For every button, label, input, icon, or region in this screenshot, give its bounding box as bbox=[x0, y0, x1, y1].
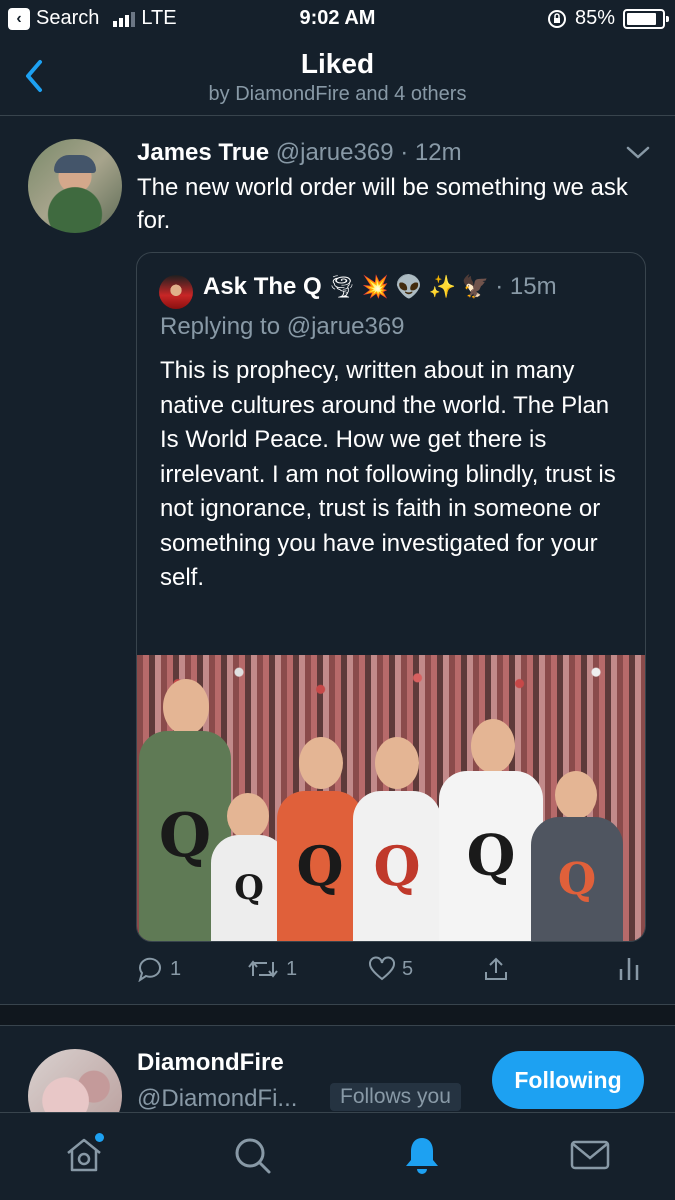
battery-fill bbox=[627, 12, 656, 25]
follows-you-badge: Follows you bbox=[330, 1083, 461, 1111]
reply-button[interactable]: 1 bbox=[136, 956, 181, 982]
page-subtitle[interactable]: by DiamondFire and 4 others bbox=[0, 83, 675, 106]
quoted-tweet[interactable]: Ask The Q 🌪 💥 👽 ✨ 🦅 · 15m Replying to @j… bbox=[136, 252, 646, 942]
share-button[interactable] bbox=[482, 956, 510, 982]
alien-emoji-icon: 👽 bbox=[395, 274, 423, 299]
photo-person: Q bbox=[439, 679, 543, 941]
eagle-emoji-icon: 🦅 bbox=[461, 274, 490, 299]
messages-envelope-icon[interactable] bbox=[568, 1133, 612, 1177]
analytics-icon bbox=[619, 958, 639, 980]
tweet-photo[interactable]: Q Q Q Q Q Q bbox=[137, 655, 645, 941]
tweet-header: James True @jarue369 · 12m bbox=[137, 139, 462, 167]
sparkles-emoji-icon: ✨ bbox=[428, 274, 456, 299]
liking-user-card[interactable]: DiamondFire @DiamondFi... Follows you Fo… bbox=[0, 1027, 675, 1112]
status-bar: ‹ Search LTE 9:02 AM 85% bbox=[0, 0, 675, 40]
photo-person: Q bbox=[353, 731, 441, 941]
home-notification-dot bbox=[95, 1133, 104, 1142]
quoted-author-name: Ask The Q bbox=[203, 273, 322, 300]
like-count: 5 bbox=[402, 957, 414, 980]
user-handle[interactable]: @DiamondFi... bbox=[137, 1085, 297, 1112]
heart-icon bbox=[369, 956, 395, 981]
following-button[interactable]: Following bbox=[492, 1051, 644, 1109]
reply-count: 1 bbox=[170, 957, 182, 980]
reply-icon bbox=[138, 957, 161, 982]
tweet-time: · 12m bbox=[400, 139, 462, 166]
replying-to: Replying to @jarue369 bbox=[160, 313, 405, 340]
analytics-button[interactable] bbox=[618, 956, 640, 982]
nav-header: Liked by DiamondFire and 4 others bbox=[0, 40, 675, 116]
quoted-time: · 15m bbox=[495, 273, 557, 300]
retweet-count: 1 bbox=[286, 957, 298, 980]
search-icon[interactable] bbox=[230, 1133, 274, 1177]
battery-icon bbox=[623, 8, 669, 29]
user-name[interactable]: DiamondFire bbox=[137, 1049, 284, 1077]
quoted-avatar bbox=[159, 275, 193, 309]
photo-person: Q bbox=[531, 771, 623, 941]
share-icon bbox=[485, 957, 507, 980]
user-avatar[interactable] bbox=[28, 1049, 122, 1112]
notifications-bell-icon[interactable] bbox=[400, 1133, 444, 1177]
retweet-button[interactable]: 1 bbox=[246, 956, 297, 982]
page-title: Liked bbox=[300, 48, 375, 79]
battery-percent: 85% bbox=[574, 7, 615, 29]
retweet-icon bbox=[248, 960, 278, 978]
tweet-actions: 1 1 5 bbox=[136, 952, 646, 992]
photo-person: Q bbox=[277, 731, 363, 941]
quoted-header: Ask The Q 🌪 💥 👽 ✨ 🦅 · 15m bbox=[203, 273, 557, 301]
chevron-down-icon[interactable] bbox=[625, 143, 651, 163]
tornado-emoji-icon: 🌪 bbox=[327, 274, 356, 299]
avatar-cap bbox=[54, 155, 96, 173]
avatar[interactable] bbox=[28, 139, 122, 233]
like-button[interactable]: 5 bbox=[368, 956, 413, 982]
author-handle[interactable]: @jarue369 bbox=[276, 139, 394, 166]
tab-bar bbox=[0, 1112, 675, 1200]
section-divider bbox=[0, 1005, 675, 1026]
collision-emoji-icon: 💥 bbox=[361, 274, 390, 299]
tweet[interactable]: James True @jarue369 · 12m The new world… bbox=[0, 117, 675, 1005]
status-right: 85% bbox=[547, 7, 669, 30]
quoted-text: This is prophecy, written about in many … bbox=[160, 357, 616, 591]
author-name[interactable]: James True bbox=[137, 139, 269, 166]
tweet-text: The new world order will be something we… bbox=[137, 174, 628, 234]
orientation-lock-icon bbox=[547, 9, 566, 28]
